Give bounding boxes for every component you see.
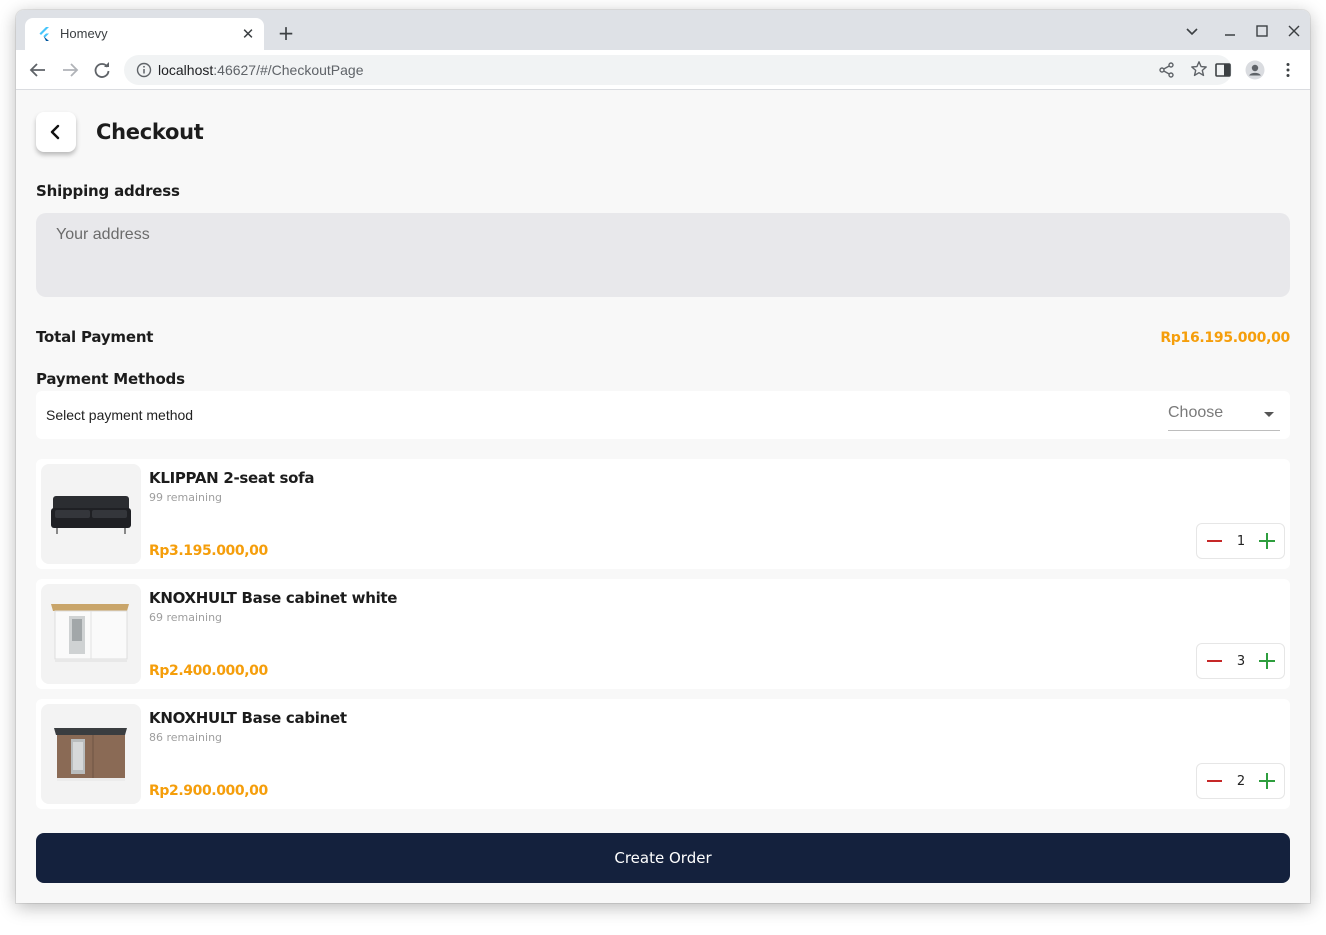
wood-cabinet-image xyxy=(41,704,141,804)
payment-methods-label: Payment Methods xyxy=(36,370,185,388)
increase-quantity-button[interactable] xyxy=(1259,533,1275,549)
shipping-address-input[interactable] xyxy=(36,213,1290,297)
quantity-value: 2 xyxy=(1236,774,1246,789)
white-cabinet-image xyxy=(41,584,141,684)
create-order-button[interactable]: Create Order xyxy=(36,833,1290,883)
site-info-icon[interactable] xyxy=(136,62,152,78)
maximize-icon[interactable] xyxy=(1252,21,1272,41)
tab-strip: Homevy ✕ + xyxy=(16,10,1310,50)
item-price: Rp2.400.000,00 xyxy=(149,663,268,679)
item-price: Rp2.900.000,00 xyxy=(149,783,268,799)
forward-icon[interactable] xyxy=(59,59,81,81)
increase-quantity-button[interactable] xyxy=(1259,653,1275,669)
payment-method-dropdown[interactable]: Choose xyxy=(1168,397,1280,431)
url-host: localhost xyxy=(158,62,214,78)
address-bar[interactable]: localhost:46627/#/CheckoutPage xyxy=(124,55,1232,85)
new-tab-button[interactable]: + xyxy=(275,22,297,44)
url-text[interactable]: localhost:46627/#/CheckoutPage xyxy=(158,62,364,78)
browser-window: Homevy ✕ + localhost:46627/#/CheckoutPag… xyxy=(16,10,1310,903)
tab-title: Homevy xyxy=(60,26,108,41)
total-payment-value: Rp16.195.000,00 xyxy=(1160,330,1290,346)
close-tab-icon[interactable]: ✕ xyxy=(239,25,257,43)
quantity-stepper: 1 xyxy=(1196,523,1285,559)
share-icon[interactable] xyxy=(1158,61,1176,79)
decrease-quantity-button[interactable] xyxy=(1207,780,1222,782)
page-title: Checkout xyxy=(96,120,204,144)
bookmark-star-icon[interactable] xyxy=(1190,60,1208,78)
cart-item: KLIPPAN 2-seat sofa 99 remaining Rp3.195… xyxy=(36,459,1290,569)
cart-item: KNOXHULT Base cabinet 86 remaining Rp2.9… xyxy=(36,699,1290,809)
item-name: KNOXHULT Base cabinet white xyxy=(149,589,398,607)
checkout-page: Checkout Shipping address Total Payment … xyxy=(16,91,1310,903)
browser-tab[interactable]: Homevy ✕ xyxy=(25,18,264,50)
browser-toolbar: localhost:46627/#/CheckoutPage xyxy=(16,50,1310,90)
item-name: KLIPPAN 2-seat sofa xyxy=(149,469,315,487)
quantity-value: 3 xyxy=(1236,654,1246,669)
item-remaining: 69 remaining xyxy=(149,611,223,624)
minimize-icon[interactable] xyxy=(1220,21,1240,41)
tab-search-icon[interactable] xyxy=(1182,21,1202,41)
shipping-address-label: Shipping address xyxy=(36,182,180,200)
sofa-image xyxy=(41,464,141,564)
item-remaining: 99 remaining xyxy=(149,491,223,504)
dropdown-caret-icon xyxy=(1264,412,1274,417)
item-remaining: 86 remaining xyxy=(149,731,223,744)
total-payment-label: Total Payment xyxy=(36,328,154,346)
payment-method-field-label: Select payment method xyxy=(46,407,194,423)
chevron-left-icon xyxy=(50,124,60,140)
quantity-value: 1 xyxy=(1236,534,1246,549)
profile-avatar-icon[interactable] xyxy=(1245,60,1265,80)
item-price: Rp3.195.000,00 xyxy=(149,543,268,559)
decrease-quantity-button[interactable] xyxy=(1207,540,1222,542)
browser-menu-icon[interactable] xyxy=(1278,60,1298,80)
reload-icon[interactable] xyxy=(91,59,113,81)
back-button[interactable] xyxy=(36,112,76,152)
increase-quantity-button[interactable] xyxy=(1259,773,1275,789)
decrease-quantity-button[interactable] xyxy=(1207,660,1222,662)
close-window-icon[interactable] xyxy=(1284,21,1304,41)
payment-method-selected: Choose xyxy=(1168,404,1224,421)
back-icon[interactable] xyxy=(27,59,49,81)
side-panel-icon[interactable] xyxy=(1213,60,1233,80)
quantity-stepper: 2 xyxy=(1196,763,1285,799)
url-path: :46627/#/CheckoutPage xyxy=(213,62,364,78)
item-name: KNOXHULT Base cabinet xyxy=(149,709,347,727)
flutter-icon xyxy=(39,27,49,41)
payment-method-row: Select payment method Choose xyxy=(36,391,1290,439)
quantity-stepper: 3 xyxy=(1196,643,1285,679)
cart-item: KNOXHULT Base cabinet white 69 remaining… xyxy=(36,579,1290,689)
